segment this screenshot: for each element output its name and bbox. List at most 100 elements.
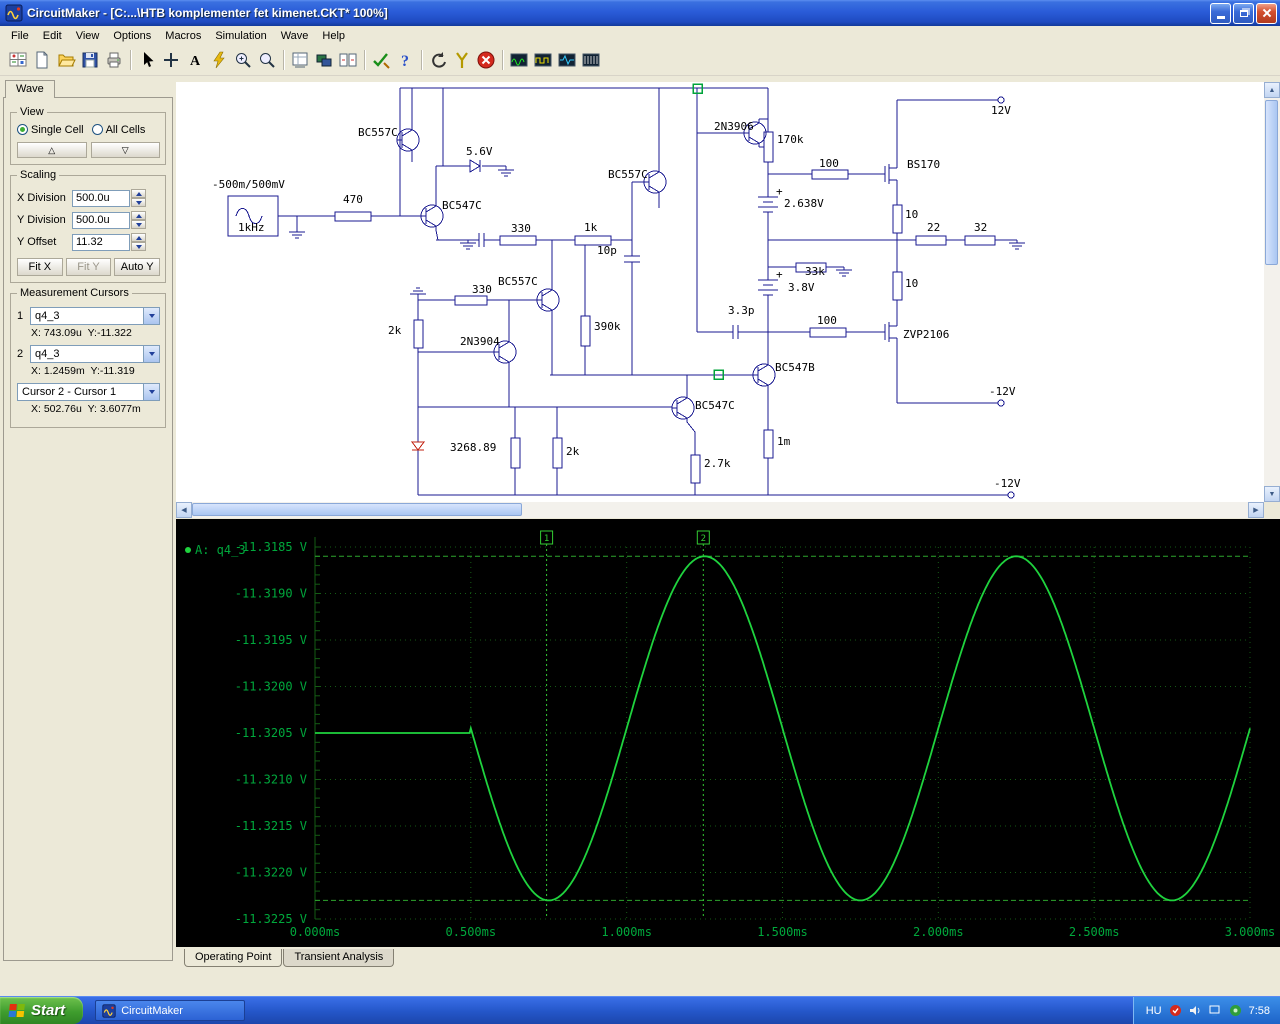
logic-analyzer-button[interactable] <box>579 48 603 72</box>
schematic-label[interactable]: + <box>776 185 783 198</box>
radio-single-cell[interactable]: Single Cell <box>17 124 84 136</box>
help-button[interactable]: ? <box>393 48 417 72</box>
menu-help[interactable]: Help <box>315 28 352 44</box>
taskbar-item-circuitmaker[interactable]: CircuitMaker <box>95 1000 246 1021</box>
language-indicator[interactable]: HU <box>1146 1005 1162 1017</box>
schematic-label[interactable]: 330 <box>511 222 531 235</box>
x-division-up-button[interactable] <box>131 189 146 198</box>
run-analyses-button[interactable] <box>507 48 531 72</box>
tab-transient-analysis[interactable]: Transient Analysis <box>283 949 395 967</box>
cursor-mode-select[interactable]: Cursor 2 - Cursor 1 <box>17 383 160 401</box>
schematic-label[interactable]: -12V <box>994 477 1021 490</box>
y-offset-up-button[interactable] <box>131 233 146 242</box>
vertical-scrollbar-thumb[interactable] <box>1265 100 1278 265</box>
fit-y-button[interactable]: Fit Y <box>65 258 112 276</box>
schematic-label[interactable]: 100 <box>817 314 837 327</box>
schematic-label[interactable]: BC547B <box>775 361 815 374</box>
schematic-label[interactable]: -12V <box>989 385 1016 398</box>
cursor-mode-dropdown-button[interactable] <box>143 384 159 400</box>
cursor1-dropdown-button[interactable] <box>143 308 159 324</box>
menu-macros[interactable]: Macros <box>158 28 208 44</box>
vertical-scrollbar[interactable]: ▲ ▼ <box>1264 82 1280 502</box>
schematic-label[interactable]: 1kHz <box>238 221 265 234</box>
menu-edit[interactable]: Edit <box>36 28 69 44</box>
close-button[interactable] <box>1256 2 1277 24</box>
y-division-up-button[interactable] <box>131 211 146 220</box>
schematic-label[interactable]: 170k <box>777 133 804 146</box>
split-view-button[interactable] <box>336 48 360 72</box>
scrollbar-down-arrow[interactable]: ▼ <box>1264 486 1280 502</box>
schematic-label[interactable]: 2k <box>566 445 580 458</box>
schematic-label[interactable]: ZVP2106 <box>903 328 949 341</box>
waveform-plot[interactable]: -11.3185 V -11.3190 V -11.3195 V -11.3200 V… <box>176 519 1280 947</box>
schematic-label[interactable]: 3268.89 <box>450 441 496 454</box>
schematic-label[interactable]: 3.8V <box>788 281 815 294</box>
schematic-label[interactable]: 1k <box>584 221 598 234</box>
reset-simulation-button[interactable] <box>426 48 450 72</box>
text-tool-button[interactable]: A <box>183 48 207 72</box>
check-tool-button[interactable] <box>369 48 393 72</box>
schematic-label[interactable]: 330 <box>472 283 492 296</box>
schematic-label[interactable]: 10 <box>905 208 918 221</box>
delete-tool-button[interactable] <box>207 48 231 72</box>
zoom-in-tool-button[interactable] <box>231 48 255 72</box>
horizontal-scrollbar-thumb[interactable] <box>192 503 522 516</box>
schematic-label[interactable]: 2N3906 <box>714 120 754 133</box>
scrollbar-up-arrow[interactable]: ▲ <box>1264 82 1280 98</box>
schematic-label[interactable]: 3.3p <box>728 304 755 317</box>
y-division-input[interactable] <box>72 211 130 229</box>
tray-icon-volume[interactable] <box>1189 1004 1202 1017</box>
new-file-button[interactable] <box>30 48 54 72</box>
clock[interactable]: 7:58 <box>1249 1005 1270 1017</box>
device-select-button[interactable] <box>312 48 336 72</box>
schematic-label[interactable]: BC557C <box>498 275 538 288</box>
probe-tool-button[interactable] <box>450 48 474 72</box>
schematic-label[interactable]: 10 <box>905 277 918 290</box>
horizontal-scrollbar[interactable]: ◀ ▶ <box>176 502 1264 518</box>
schematic-label[interactable]: BS170 <box>907 158 940 171</box>
schematic-label[interactable]: 100 <box>819 157 839 170</box>
open-file-button[interactable] <box>54 48 78 72</box>
schematic-label[interactable]: 1m <box>777 435 791 448</box>
schematic-label[interactable]: -500m/500mV <box>212 178 285 191</box>
display-scale-button[interactable] <box>288 48 312 72</box>
save-file-button[interactable] <box>78 48 102 72</box>
schematic-label[interactable]: 390k <box>594 320 621 333</box>
tray-icon-security[interactable] <box>1169 1004 1182 1017</box>
schematic-label[interactable]: 5.6V <box>466 145 493 158</box>
scrollbar-left-arrow[interactable]: ◀ <box>176 502 192 518</box>
signal-generators-button[interactable] <box>555 48 579 72</box>
radio-all-cells[interactable]: All Cells <box>91 124 145 136</box>
schematic-label[interactable]: 2.638V <box>784 197 824 210</box>
schematic-label[interactable]: 33k <box>805 265 825 278</box>
schematic-label[interactable]: 2N3904 <box>460 335 500 348</box>
menu-view[interactable]: View <box>69 28 107 44</box>
parts-browser-button[interactable] <box>6 48 30 72</box>
scrollbar-right-arrow[interactable]: ▶ <box>1248 502 1264 518</box>
schematic-canvas[interactable]: BC557C 5.6V -500m/500mV 1kHz 470 BC547C BC557C… <box>176 82 1264 502</box>
y-offset-down-button[interactable] <box>131 242 146 251</box>
schematic-label[interactable]: 470 <box>343 193 363 206</box>
schematic-label[interactable]: 22 <box>927 221 940 234</box>
schematic-label[interactable]: BC557C <box>358 126 398 139</box>
zoom-tool-button[interactable] <box>255 48 279 72</box>
cursor2-dropdown-button[interactable] <box>143 346 159 362</box>
schematic-label[interactable]: BC547C <box>695 399 735 412</box>
minimize-button[interactable] <box>1210 2 1231 24</box>
schematic-label[interactable]: BC547C <box>442 199 482 212</box>
start-button[interactable]: Start <box>0 997 84 1024</box>
menu-options[interactable]: Options <box>106 28 158 44</box>
scroll-down-button[interactable]: ▽ <box>90 142 160 158</box>
tab-operating-point[interactable]: Operating Point <box>184 949 283 967</box>
stop-simulation-button[interactable] <box>474 48 498 72</box>
arrow-tool-button[interactable] <box>135 48 159 72</box>
print-button[interactable] <box>102 48 126 72</box>
menu-simulation[interactable]: Simulation <box>208 28 273 44</box>
y-offset-input[interactable] <box>72 233 130 251</box>
tray-icon-network[interactable] <box>1209 1004 1222 1017</box>
menu-wave[interactable]: Wave <box>274 28 316 44</box>
schematic-label[interactable]: BC557C <box>608 168 648 181</box>
schematic-label[interactable]: + <box>776 268 783 281</box>
digital-instruments-button[interactable] <box>531 48 555 72</box>
schematic-label[interactable]: 12V <box>991 104 1011 117</box>
